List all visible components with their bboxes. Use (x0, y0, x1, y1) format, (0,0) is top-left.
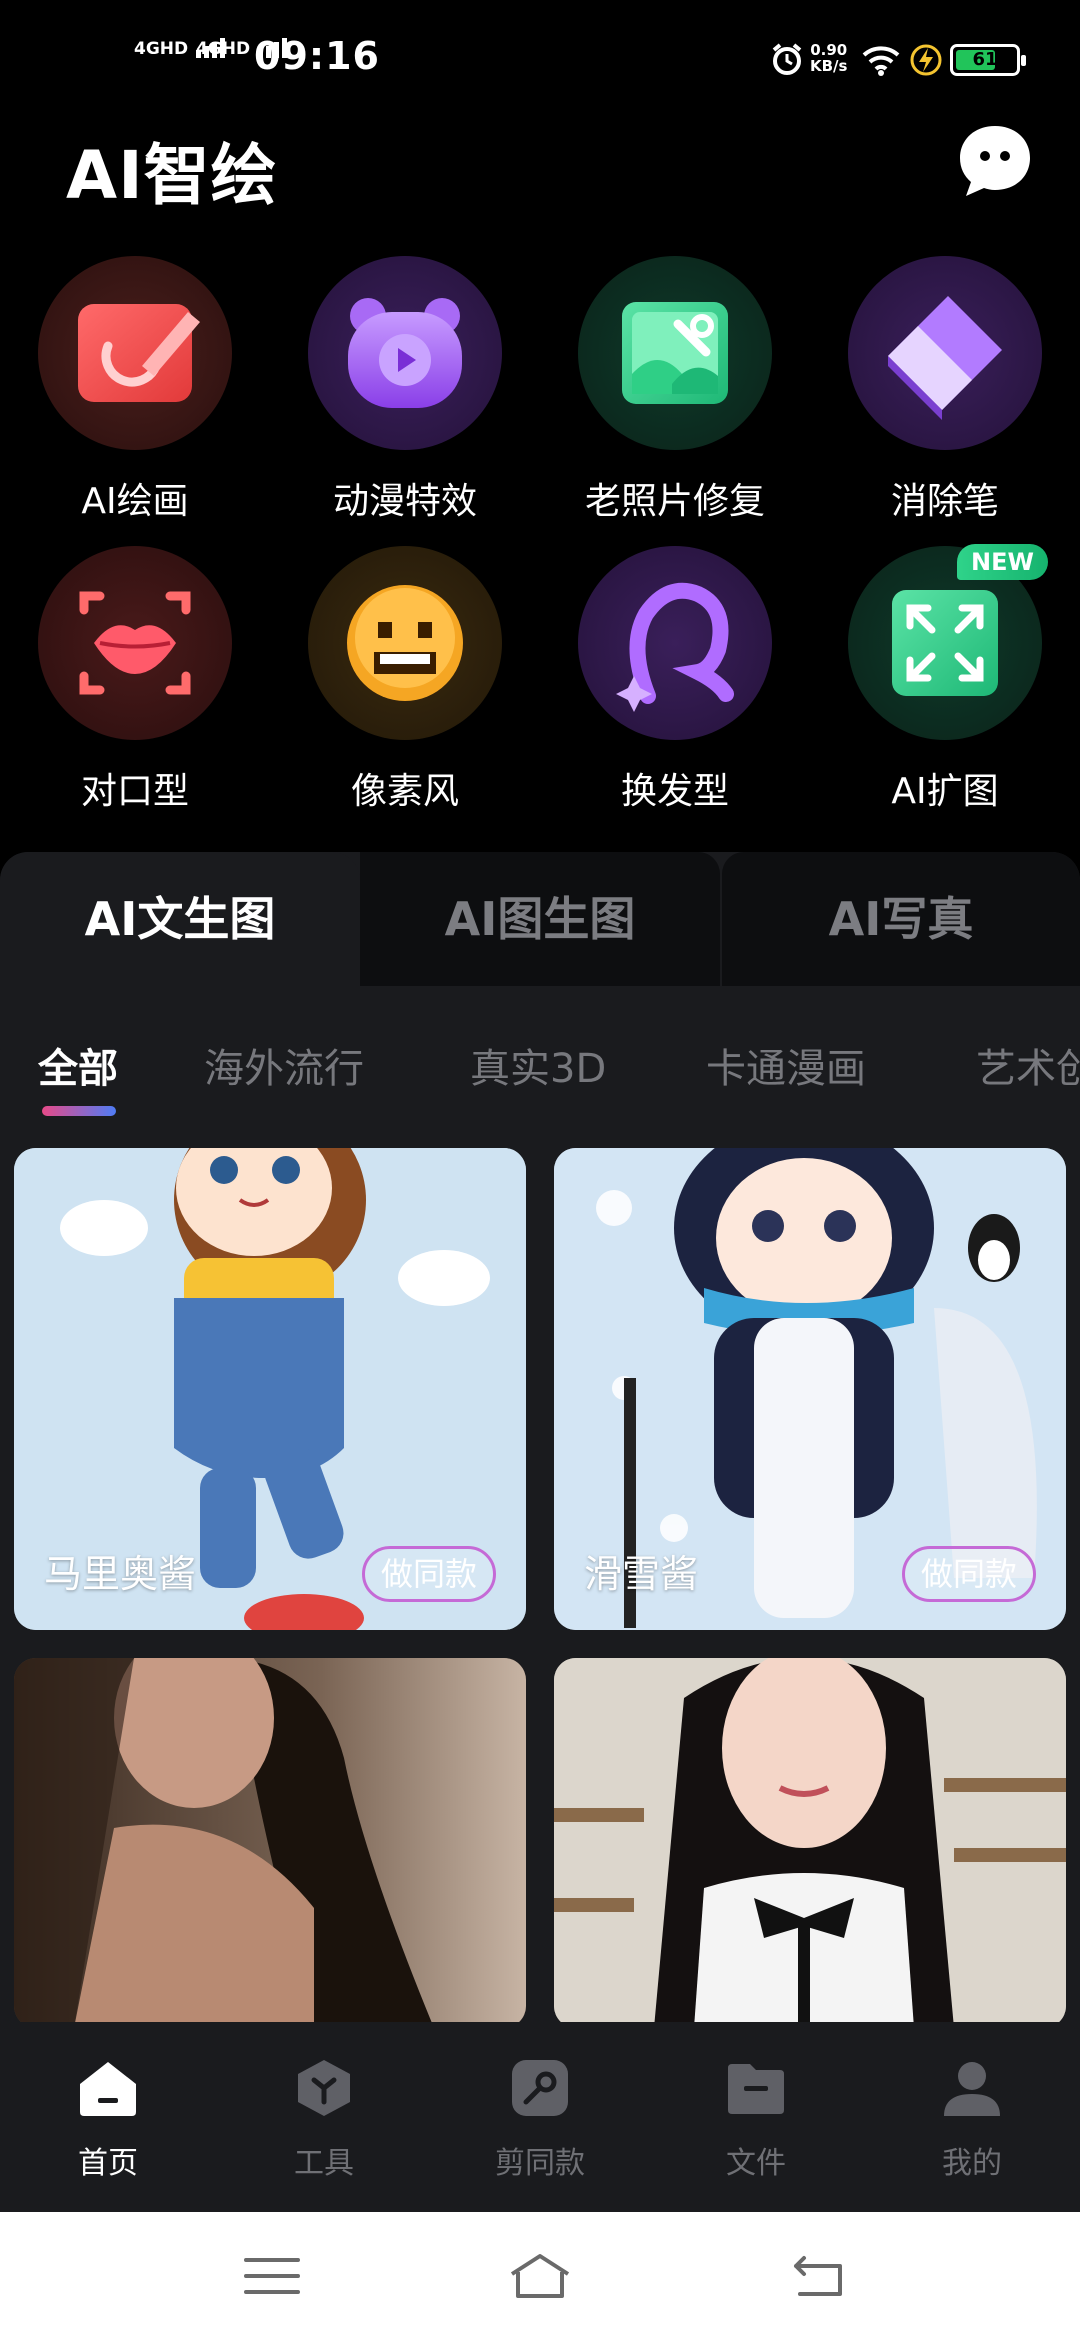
hair-icon (616, 582, 734, 712)
tool-label: AI扩图 (891, 771, 999, 812)
nav-label: 工具 (294, 2146, 354, 2181)
category-cartoon[interactable]: 卡通漫画 (706, 1036, 866, 1094)
tool-eraser[interactable]: 消除笔 (810, 256, 1080, 524)
portrait-photo-image (14, 1658, 526, 2022)
category-overseas[interactable]: 海外流行 (204, 1036, 364, 1094)
tool-lip-sync[interactable]: 对口型 (0, 546, 270, 814)
tool-icon-circle (38, 256, 232, 450)
tool-ai-paint[interactable]: AI绘画 (0, 256, 270, 524)
speed-value: 0.90 (810, 41, 848, 59)
tool-hairstyle[interactable]: 换发型 (540, 546, 810, 814)
network-speed: 0.90 KB/s (810, 42, 847, 74)
home-nav-icon[interactable] (508, 2250, 572, 2302)
tab-text-to-image[interactable]: AI文生图 (0, 852, 360, 986)
tool-anime-effect[interactable]: 动漫特效 (270, 256, 540, 524)
menu-icon[interactable] (242, 2250, 302, 2302)
anime-play-icon (348, 298, 462, 408)
tool-label: 消除笔 (890, 481, 999, 522)
nav-label: 文件 (726, 2146, 786, 2181)
tool-label: 对口型 (80, 771, 189, 812)
tab-ai-portrait[interactable]: AI写真 (722, 852, 1080, 986)
make-same-button[interactable]: 做同款 (362, 1546, 496, 1602)
tool-label: 老照片修复 (584, 481, 765, 522)
battery-indicator: 61 (950, 44, 1026, 76)
app-title: AI智绘 (66, 137, 278, 214)
alarm-icon (772, 43, 802, 75)
battery-level: 61 (972, 49, 998, 70)
nav-label: 我的 (942, 2146, 1002, 2181)
status-bar: 4GHD 4GHD 09:16 0.90 KB/s 61 (0, 0, 1080, 110)
content-panel: AI文生图 AI图生图 AI写真 全部 海外流行 真实3D 卡通漫画 艺术创 马… (0, 852, 1080, 2022)
speed-unit: KB/s (810, 57, 848, 75)
category-indicator (42, 1106, 116, 1116)
battery-nub (1021, 55, 1026, 66)
nav-profile[interactable]: 我的 (902, 2056, 1042, 2182)
wifi-icon (862, 46, 900, 76)
tool-label: 像素风 (350, 771, 459, 812)
nav-files[interactable]: 文件 (686, 2056, 826, 2182)
tool-icon-circle: NEW (848, 544, 1048, 740)
nav-label: 首页 (78, 2146, 138, 2181)
photo-repair-icon (622, 302, 728, 404)
new-badge: NEW (957, 544, 1048, 580)
nav-label: 剪同款 (495, 2146, 585, 2181)
tool-icon-circle (848, 256, 1042, 450)
tool-icon-circle (578, 256, 772, 450)
home-icon (80, 2062, 136, 2116)
eraser-icon (888, 296, 1002, 420)
network-type-label: 4GHD (134, 39, 189, 59)
lips-icon (79, 591, 191, 695)
category-tabs: 全部 海外流行 真实3D 卡通漫画 艺术创 (0, 986, 1080, 1116)
nav-home[interactable]: 首页 (38, 2056, 178, 2182)
tab-image-to-image[interactable]: AI图生图 (360, 852, 720, 986)
card-caption: 马里奥酱 (44, 1552, 197, 1596)
bottom-navigation: 首页 工具 剪同款 文件 我的 (0, 2022, 1080, 2212)
tool-icon-circle (578, 546, 772, 740)
category-art[interactable]: 艺术创 (976, 1036, 1080, 1094)
tool-icon-circle (308, 546, 502, 740)
nav-templates[interactable]: 剪同款 (470, 2056, 610, 2182)
tool-label: AI绘画 (81, 481, 189, 522)
system-navigation-bar (0, 2212, 1080, 2340)
tool-label: 动漫特效 (332, 481, 477, 522)
template-card[interactable] (554, 1658, 1066, 2022)
tool-icon-circle (38, 546, 232, 740)
clock: 09:16 (254, 34, 380, 78)
category-all[interactable]: 全部 (38, 1036, 118, 1094)
card-caption: 滑雪酱 (584, 1552, 699, 1596)
back-icon[interactable] (790, 2250, 850, 2302)
tools-cube-icon (298, 2060, 350, 2116)
charging-icon (910, 44, 942, 76)
user-icon (944, 2062, 1000, 2116)
tool-old-photo-repair[interactable]: 老照片修复 (540, 256, 810, 524)
network-type-label: 4GHD (196, 39, 251, 59)
category-realistic-3d[interactable]: 真实3D (470, 1036, 606, 1094)
tool-ai-expand[interactable]: NEW AI扩图 (810, 544, 1080, 814)
make-same-button[interactable]: 做同款 (902, 1546, 1036, 1602)
message-button[interactable] (956, 122, 1034, 200)
clip-icon (512, 2060, 568, 2116)
student-portrait-image (554, 1658, 1066, 2022)
template-card[interactable]: 马里奥酱 做同款 (14, 1148, 526, 1630)
nav-tools[interactable]: 工具 (254, 2056, 394, 2182)
tool-pixel-style[interactable]: 像素风 (270, 546, 540, 814)
tool-icon-circle (308, 256, 502, 450)
template-card[interactable] (14, 1658, 526, 2022)
paint-board-icon (78, 304, 200, 402)
pixel-face-icon (347, 585, 463, 701)
chat-bubble-icon (960, 126, 1030, 196)
folder-icon (728, 2064, 784, 2114)
template-card[interactable]: 滑雪酱 做同款 (554, 1148, 1066, 1630)
tool-label: 换发型 (620, 771, 729, 812)
